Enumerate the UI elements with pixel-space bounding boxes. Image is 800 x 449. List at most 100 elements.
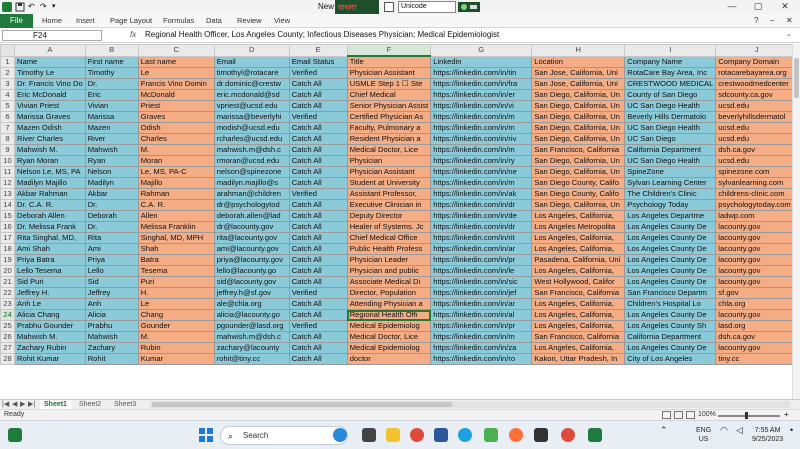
cell-i18[interactable]: Los Angeles County De [624, 243, 717, 255]
cell-c3[interactable]: Francis Vino Domin [137, 78, 215, 90]
cell-j24[interactable]: lacounty.gov [715, 309, 799, 321]
row-header[interactable]: 9 [0, 144, 15, 156]
cell-i1[interactable]: Company Name [624, 55, 717, 68]
cell-e16[interactable]: Catch All [288, 221, 348, 233]
cell-d27[interactable]: zachary@lacounty [213, 342, 290, 354]
cell-b11[interactable]: Nelson [84, 166, 139, 178]
cell-h28[interactable]: Kakori, Uttar Pradesh, In [531, 353, 626, 365]
cell-b4[interactable]: Eric [84, 89, 139, 101]
cell-b3[interactable]: Dr. [84, 78, 139, 90]
cell-e26[interactable]: Catch All [288, 331, 348, 343]
taskbar-search[interactable]: Search [220, 426, 348, 445]
cell-g1[interactable]: Linkedin [430, 55, 533, 68]
cell-g17[interactable]: https://linkedin.com/in/rit [430, 232, 533, 244]
cell-g25[interactable]: https://linkedin.com/in/pr [430, 320, 533, 332]
cell-b8[interactable]: River [84, 133, 139, 145]
edge-icon[interactable] [458, 428, 472, 442]
cell-a17[interactable]: Rita Singhal, MD, [14, 232, 86, 244]
cell-f4[interactable]: Chief Medical [346, 89, 432, 101]
cell-h24[interactable]: Los Angeles, California, [531, 309, 626, 321]
page-break-view-icon[interactable] [686, 411, 695, 419]
cell-j10[interactable]: ucsd.edu [715, 155, 799, 167]
cell-g26[interactable]: https://linkedin.com/in/m [430, 331, 533, 343]
cell-b18[interactable]: Ami [84, 243, 139, 255]
cell-a26[interactable]: Mahwish M. [14, 331, 86, 343]
cell-a18[interactable]: Ami Shah [14, 243, 86, 255]
cell-a9[interactable]: Mahwish M. [14, 144, 86, 156]
vertical-scrollbar[interactable] [792, 44, 800, 399]
cell-a6[interactable]: Marissa Graves [14, 111, 86, 123]
cell-f1[interactable]: Title [346, 55, 432, 68]
cell-e20[interactable]: Catch All [288, 265, 348, 277]
cell-a10[interactable]: Ryan Moran [14, 155, 86, 167]
cell-g2[interactable]: https://linkedin.com/in/tin [430, 67, 533, 79]
cell-d25[interactable]: pgounder@lasd.org [213, 320, 290, 332]
cell-h17[interactable]: Los Angeles, California, [531, 232, 626, 244]
cell-i23[interactable]: Children's Hospital Lo [624, 298, 717, 310]
cell-h10[interactable]: San Diego, California, Un [531, 155, 626, 167]
cell-f13[interactable]: Assistant Professor, [346, 188, 432, 200]
row-header[interactable]: 6 [0, 111, 15, 123]
zoom-in-icon[interactable]: + [784, 410, 789, 419]
column-header-e[interactable]: E [288, 44, 348, 57]
cell-j25[interactable]: lasd.org [715, 320, 799, 332]
cell-h3[interactable]: San Jose, California, Uni [531, 78, 626, 90]
cell-g22[interactable]: https://linkedin.com/in/jef [430, 287, 533, 299]
cell-j3[interactable]: crestwoodmedcenter [715, 78, 799, 90]
cell-g13[interactable]: https://linkedin.com/in/ak [430, 188, 533, 200]
cell-a27[interactable]: Zachary Rubin [14, 342, 86, 354]
cell-g6[interactable]: https://linkedin.com/in/m [430, 111, 533, 123]
cell-c15[interactable]: Allen [137, 210, 215, 222]
cell-j20[interactable]: lacounty.gov [715, 265, 799, 277]
row-header[interactable]: 2 [0, 67, 15, 79]
row-header[interactable]: 11 [0, 166, 15, 178]
volume-icon[interactable]: ◁ [736, 426, 743, 435]
word-icon[interactable] [434, 428, 448, 442]
cell-g3[interactable]: https://linkedin.com/in/fra [430, 78, 533, 90]
cell-f15[interactable]: Deputy Director [346, 210, 432, 222]
chrome-icon[interactable] [410, 428, 424, 442]
cell-h22[interactable]: San Francisco, California [531, 287, 626, 299]
cell-j9[interactable]: dsh.ca.gov [715, 144, 799, 156]
taskbar-app-icon[interactable] [8, 428, 22, 442]
cell-h6[interactable]: San Diego, California, Un [531, 111, 626, 123]
column-header-c[interactable]: C [137, 44, 215, 57]
cell-j11[interactable]: spinezone.com [715, 166, 799, 178]
zoom-slider-knob[interactable] [745, 412, 748, 419]
cell-e9[interactable]: Catch All [288, 144, 348, 156]
cell-i26[interactable]: California Department [624, 331, 717, 343]
cell-d17[interactable]: rita@lacounty.gov [213, 232, 290, 244]
cell-g28[interactable]: https://linkedin.com/in/ro [430, 353, 533, 365]
ribbon-close-icon[interactable]: ✕ [786, 16, 793, 25]
cell-b22[interactable]: Jeffrey [84, 287, 139, 299]
task-view-icon[interactable] [362, 428, 376, 442]
firefox-icon[interactable] [509, 428, 523, 442]
cell-e12[interactable]: Catch All [288, 177, 348, 189]
cell-c25[interactable]: Gounder [137, 320, 215, 332]
cell-h25[interactable]: Los Angeles, California, [531, 320, 626, 332]
zoom-level[interactable]: 100% [698, 411, 716, 418]
horizontal-scroll-thumb[interactable] [152, 402, 452, 407]
row-header[interactable]: 14 [0, 199, 15, 211]
cell-d12[interactable]: madilyn.majillo@s [213, 177, 290, 189]
cell-c10[interactable]: Moran [137, 155, 215, 167]
cell-a8[interactable]: River Charles [14, 133, 86, 145]
page-layout-view-icon[interactable] [674, 411, 683, 419]
cell-f6[interactable]: Certified Physician As [346, 111, 432, 123]
cell-a3[interactable]: Dr. Francis Vino Do [14, 78, 86, 90]
cell-h23[interactable]: Los Angeles, California, [531, 298, 626, 310]
normal-view-icon[interactable] [662, 411, 671, 419]
cell-a13[interactable]: Akbar Rahman [14, 188, 86, 200]
row-header[interactable]: 25 [0, 320, 15, 332]
row-header[interactable]: 10 [0, 155, 15, 167]
cell-b13[interactable]: Akbar [84, 188, 139, 200]
column-header-a[interactable]: A [14, 44, 86, 57]
cell-e4[interactable]: Catch All [288, 89, 348, 101]
cell-j27[interactable]: lacounty.gov [715, 342, 799, 354]
row-header[interactable]: 28 [0, 353, 15, 365]
cell-a22[interactable]: Jeffrey H. [14, 287, 86, 299]
cell-e13[interactable]: Verified [288, 188, 348, 200]
cell-e24[interactable]: Catch All [288, 309, 348, 321]
cell-b16[interactable]: Dr. [84, 221, 139, 233]
row-header[interactable]: 12 [0, 177, 15, 189]
